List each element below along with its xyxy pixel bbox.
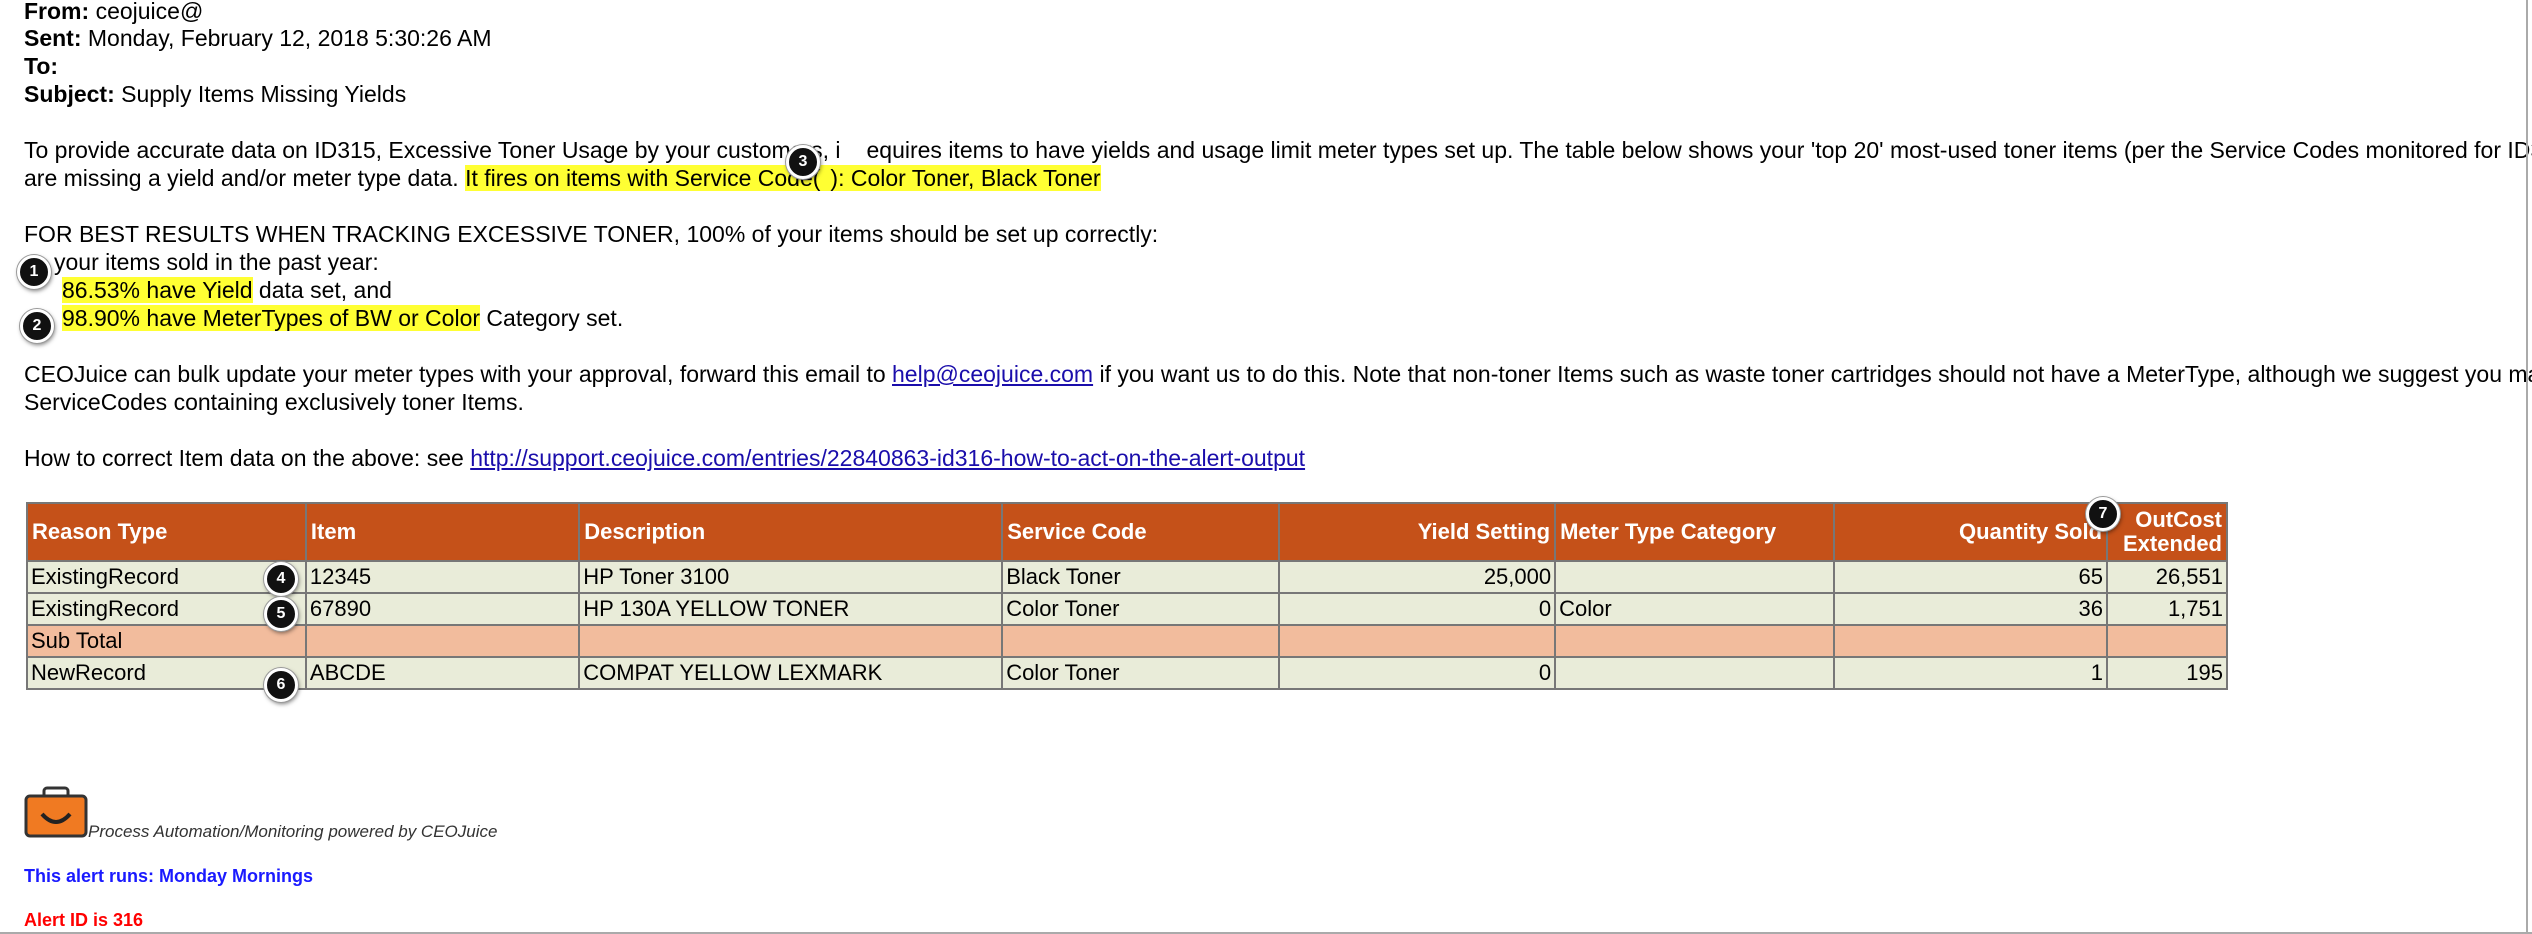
- howto-line: How to correct Item data on the above: s…: [24, 444, 1305, 472]
- callout-marker-7: 7: [2086, 497, 2120, 531]
- col-service-code: Service Code: [1003, 504, 1278, 560]
- subtotal-row: Sub Total: [28, 626, 2226, 656]
- from-label: From:: [24, 0, 90, 24]
- cell-yield: [1279, 626, 1555, 656]
- help-email-link[interactable]: help@ceojuice.com: [892, 361, 1093, 387]
- table-row: ExistingRecord 12345 HP Toner 3100 Black…: [28, 562, 2226, 592]
- howto-text: How to correct Item data on the above: s…: [24, 445, 471, 471]
- intro-text-b: equires items to have yields and usage l…: [866, 137, 2532, 163]
- cell-quantity: 36: [1834, 594, 2107, 624]
- cell-quantity: 65: [1834, 562, 2107, 592]
- cell-outcost: 195: [2108, 658, 2226, 688]
- from-line: From: ceojuice@: [24, 0, 203, 25]
- cell-outcost: 26,551: [2108, 562, 2226, 592]
- callout-marker-1: 1: [17, 255, 51, 289]
- cell-item: 67890: [306, 594, 579, 624]
- bulk-update-line1: CEOJuice can bulk update your meter type…: [24, 360, 2532, 388]
- col-quantity-sold: Quantity Sold: [1834, 504, 2107, 560]
- yield-rest: data set, and: [252, 277, 392, 303]
- cell-meter-type: [1556, 626, 1833, 656]
- cell-item: [306, 626, 579, 656]
- cell-service-code: Black Toner: [1003, 562, 1278, 592]
- table-row: ExistingRecord 67890 HP 130A YELLOW TONE…: [28, 594, 2226, 624]
- col-yield-setting: Yield Setting: [1279, 504, 1555, 560]
- cell-description: [580, 626, 1002, 656]
- briefcase-logo-icon: [24, 786, 88, 838]
- subject-line: Subject: Supply Items Missing Yields: [24, 80, 406, 108]
- cell-meter-type: Color: [1556, 594, 1833, 624]
- col-reason-type: Reason Type: [28, 504, 305, 560]
- yield-line: 86.53% have Yield data set, and: [62, 276, 392, 304]
- cell-meter-type: [1556, 562, 1833, 592]
- service-code-highlight: It fires on items with Service Code( ): C…: [465, 165, 1101, 191]
- best-results-text: FOR BEST RESULTS WHEN TRACKING EXCESSIVE…: [24, 221, 1159, 247]
- col-description: Description: [580, 504, 1002, 560]
- items-sold-text: your items sold in the past year:: [54, 249, 379, 275]
- table-header-row: Reason Type Item Description Service Cod…: [28, 504, 2226, 560]
- cell-meter-type: [1556, 658, 1833, 688]
- table-row: NewRecord ABCDE COMPAT YELLOW LEXMARK Co…: [28, 658, 2226, 688]
- supply-items-table: Reason Type Item Description Service Cod…: [26, 502, 2228, 690]
- powered-by-text: Process Automation/Monitoring powered by…: [88, 822, 498, 841]
- meter-rest: Category set.: [480, 305, 624, 331]
- cell-yield: 0: [1279, 594, 1555, 624]
- intro-paragraph-line2: are missing a yield and/or meter type da…: [24, 164, 1101, 192]
- col-item: Item: [306, 504, 579, 560]
- yield-highlight: 86.53% have Yield: [62, 277, 253, 303]
- col-outcost-line1: OutCost: [2135, 507, 2222, 532]
- intro-text-c: are missing a yield and/or meter type da…: [24, 165, 459, 191]
- cell-quantity: 1: [1834, 658, 2107, 688]
- bulk-update-line2: ServiceCodes containing exclusively tone…: [24, 389, 524, 415]
- to-line: To:: [24, 52, 58, 80]
- col-outcost-line2: Extended: [2122, 531, 2222, 556]
- intro-paragraph-line1: To provide accurate data on ID315, Exces…: [24, 136, 2532, 164]
- cell-item: 12345: [306, 562, 579, 592]
- alert-runs-text: This alert runs: Monday Mornings: [24, 866, 314, 886]
- service-code-highlight-a: It fires on items with Service Code(: [465, 165, 821, 191]
- callout-marker-2: 2: [20, 309, 54, 343]
- alert-id-text: Alert ID is 316: [24, 910, 144, 930]
- support-article-link[interactable]: http://support.ceojuice.com/entries/2284…: [470, 445, 1305, 471]
- intro-text-a: To provide accurate data on ID315, Exces…: [24, 137, 841, 163]
- from-value: ceojuice@: [95, 0, 204, 24]
- callout-marker-5: 5: [264, 597, 298, 631]
- meter-line: 98.90% have MeterTypes of BW or Color Ca…: [62, 304, 623, 332]
- cell-yield: 0: [1279, 658, 1555, 688]
- service-code-highlight-b: ): Color Toner, Black Toner: [830, 165, 1101, 191]
- sent-value: Monday, February 12, 2018 5:30:26 AM: [87, 25, 492, 51]
- cell-service-code: [1003, 626, 1278, 656]
- sent-label: Sent:: [24, 25, 82, 51]
- cell-description: HP 130A YELLOW TONER: [580, 594, 1002, 624]
- sent-line: Sent: Monday, February 12, 2018 5:30:26 …: [24, 24, 492, 52]
- window-right-border: [2526, 0, 2528, 934]
- cell-yield: 25,000: [1279, 562, 1555, 592]
- meter-highlight: 98.90% have MeterTypes of BW or Color: [62, 305, 481, 331]
- callout-marker-6: 6: [264, 668, 298, 702]
- cell-service-code: Color Toner: [1003, 658, 1278, 688]
- cell-description: COMPAT YELLOW LEXMARK: [580, 658, 1002, 688]
- cell-quantity: [1834, 626, 2107, 656]
- cell-reason: ExistingRecord: [28, 594, 305, 624]
- col-meter-type-category: Meter Type Category: [1556, 504, 1833, 560]
- cell-outcost: 1,751: [2108, 594, 2226, 624]
- cell-service-code: Color Toner: [1003, 594, 1278, 624]
- to-label: To:: [24, 53, 59, 79]
- cell-reason: Sub Total: [28, 626, 305, 656]
- cell-outcost: [2108, 626, 2226, 656]
- callout-marker-3: 3: [786, 145, 820, 179]
- cell-description: HP Toner 3100: [580, 562, 1002, 592]
- col-outcost-extended: OutCost Extended: [2108, 504, 2226, 560]
- bulk-text-a: CEOJuice can bulk update your meter type…: [24, 361, 893, 387]
- callout-marker-4: 4: [264, 562, 298, 596]
- cell-item: ABCDE: [306, 658, 579, 688]
- subject-label: Subject:: [24, 81, 115, 107]
- subject-value: Supply Items Missing Yields: [121, 81, 407, 107]
- bulk-text-b: if you want us to do this. Note that non…: [1093, 361, 2532, 387]
